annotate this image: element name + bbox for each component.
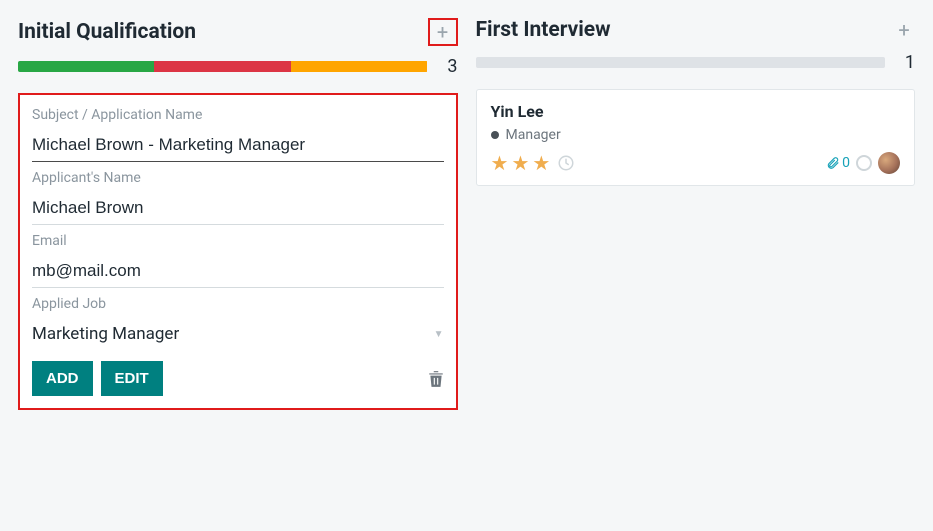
- progress-segment-green[interactable]: [18, 61, 154, 72]
- card-subtitle-row: Manager: [491, 127, 901, 143]
- column-initial-qualification: Initial Qualification + 3 Subject / Appl…: [18, 18, 458, 410]
- applicant-input[interactable]: [32, 192, 444, 225]
- progress-row: 1: [476, 52, 916, 73]
- add-record-button[interactable]: +: [893, 19, 915, 41]
- card-footer: ★ ★ ★ 0: [491, 151, 901, 175]
- progress-bar[interactable]: [476, 57, 886, 68]
- column-count: 1: [899, 52, 915, 73]
- column-first-interview: First Interview + 1 Yin Lee Manager ★ ★ …: [476, 18, 916, 410]
- state-selector[interactable]: [856, 155, 872, 171]
- kanban-card[interactable]: Yin Lee Manager ★ ★ ★ 0: [476, 89, 916, 186]
- form-actions: ADD EDIT: [32, 361, 444, 396]
- subject-input[interactable]: [32, 129, 444, 162]
- quick-create-form: Subject / Application Name Applicant's N…: [18, 93, 458, 410]
- card-subtitle: Manager: [506, 127, 561, 143]
- column-count: 3: [442, 56, 458, 77]
- trash-icon: [428, 370, 444, 388]
- status-dot-icon: [491, 131, 499, 139]
- progress-segment-gray[interactable]: [476, 57, 886, 68]
- kanban-board: Initial Qualification + 3 Subject / Appl…: [18, 18, 915, 410]
- card-footer-right: 0: [826, 152, 900, 174]
- applied-job-value: Marketing Manager: [32, 324, 434, 344]
- caret-down-icon: ▼: [434, 329, 444, 340]
- star-icon[interactable]: ★: [491, 151, 509, 175]
- avatar[interactable]: [878, 152, 900, 174]
- progress-segment-orange[interactable]: [291, 61, 428, 72]
- plus-icon: +: [898, 18, 909, 42]
- edit-button[interactable]: EDIT: [101, 361, 163, 396]
- email-input[interactable]: [32, 255, 444, 288]
- star-icon[interactable]: ★: [532, 151, 550, 175]
- column-header: Initial Qualification +: [18, 18, 458, 52]
- activity-button[interactable]: [557, 154, 575, 172]
- progress-bar[interactable]: [18, 61, 428, 72]
- label-applicant: Applicant's Name: [32, 170, 444, 186]
- star-icon[interactable]: ★: [511, 151, 529, 175]
- add-record-button[interactable]: +: [428, 18, 458, 46]
- column-title: First Interview: [476, 18, 611, 42]
- paperclip-icon: [826, 155, 840, 171]
- column-title: Initial Qualification: [18, 20, 196, 44]
- attachments-button[interactable]: 0: [826, 155, 850, 171]
- label-email: Email: [32, 233, 444, 249]
- progress-segment-red[interactable]: [154, 61, 290, 72]
- label-job: Applied Job: [32, 296, 444, 312]
- clock-icon: [557, 154, 575, 172]
- applied-job-select[interactable]: Marketing Manager ▼: [32, 318, 444, 351]
- attachments-count: 0: [842, 155, 850, 171]
- label-subject: Subject / Application Name: [32, 107, 444, 123]
- column-header: First Interview +: [476, 18, 916, 48]
- plus-icon: +: [437, 20, 448, 44]
- add-button[interactable]: ADD: [32, 361, 93, 396]
- discard-button[interactable]: [428, 370, 444, 388]
- progress-row: 3: [18, 56, 458, 77]
- card-title: Yin Lee: [491, 102, 901, 121]
